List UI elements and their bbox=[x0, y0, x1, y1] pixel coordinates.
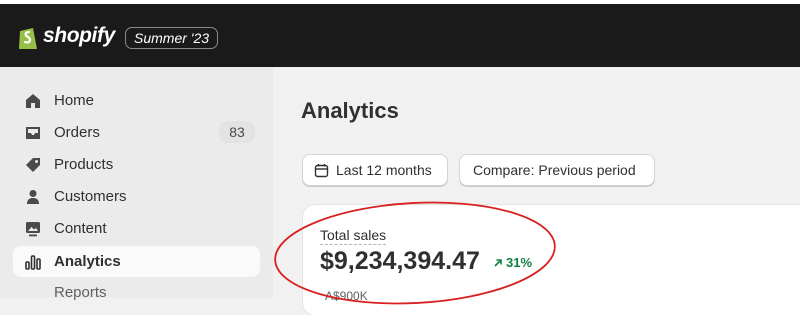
bar-chart-icon bbox=[25, 255, 41, 270]
sidebar-item-customers[interactable]: Customers bbox=[13, 181, 260, 212]
home-icon bbox=[26, 94, 40, 108]
calendar-icon bbox=[314, 164, 329, 178]
trend-indicator: 31% bbox=[493, 255, 532, 270]
page-title: Analytics bbox=[301, 98, 399, 123]
chart-axis-label: A$900K bbox=[325, 289, 368, 303]
sidebar-item-home[interactable]: Home bbox=[13, 85, 260, 116]
sidebar-item-label: Content bbox=[54, 220, 107, 237]
sidebar: Home Orders 83 Products Customers Conten… bbox=[0, 67, 273, 301]
sidebar-item-products[interactable]: Products bbox=[13, 149, 260, 180]
sidebar-item-label: Analytics bbox=[54, 253, 121, 270]
sidebar-item-analytics[interactable]: Analytics bbox=[13, 246, 260, 277]
metric-value: $9,234,394.47 bbox=[320, 247, 480, 275]
trend-percent: 31% bbox=[506, 255, 533, 270]
image-icon bbox=[26, 222, 40, 237]
date-range-label: Last 12 months bbox=[336, 162, 432, 178]
sidebar-item-label: Home bbox=[54, 92, 95, 109]
sidebar-item-label: Products bbox=[54, 156, 114, 173]
total-sales-card[interactable]: Total sales $9,234,394.47 31% A$900K bbox=[303, 205, 800, 315]
sidebar-item-reports[interactable]: Reports bbox=[13, 277, 260, 308]
brand-name[interactable]: shopify bbox=[43, 24, 115, 48]
edition-badge: Summer '23 bbox=[125, 27, 219, 49]
shopify-logo-icon[interactable] bbox=[17, 24, 39, 51]
main-content: Analytics Last 12 months Compare: Previo… bbox=[273, 67, 800, 315]
date-range-button[interactable]: Last 12 months bbox=[302, 154, 448, 186]
metric-label[interactable]: Total sales bbox=[320, 227, 387, 245]
sidebar-item-label: Orders bbox=[54, 124, 100, 141]
compare-period-label: Compare: Previous period bbox=[473, 162, 636, 178]
sidebar-item-label: Reports bbox=[54, 284, 107, 301]
inbox-icon bbox=[26, 127, 40, 139]
tag-icon bbox=[26, 158, 40, 172]
arrow-up-right-icon bbox=[494, 259, 502, 267]
sidebar-item-orders[interactable]: Orders 83 bbox=[13, 117, 260, 148]
top-bar: shopify Summer '23 bbox=[0, 0, 800, 67]
sidebar-item-content[interactable]: Content bbox=[13, 213, 260, 244]
person-icon bbox=[27, 190, 39, 204]
orders-count-badge: 83 bbox=[219, 121, 255, 143]
sidebar-item-label: Customers bbox=[54, 188, 127, 205]
compare-period-button[interactable]: Compare: Previous period bbox=[459, 154, 655, 186]
